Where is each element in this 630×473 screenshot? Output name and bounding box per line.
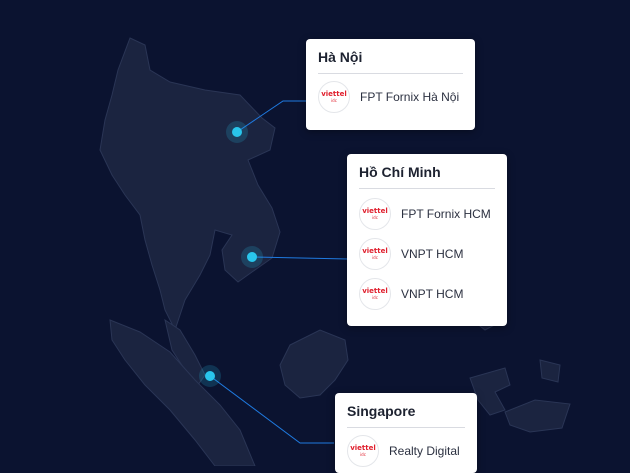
datacenter-item[interactable]: viettel idc Realty Digital xyxy=(347,431,465,471)
region-title: Singapore xyxy=(347,403,416,419)
provider-logo: viettel idc xyxy=(359,238,391,270)
divider xyxy=(318,73,463,74)
region-title: Hồ Chí Minh xyxy=(359,164,441,180)
provider-logo: viettel idc xyxy=(359,198,391,230)
datacenter-item[interactable]: viettel idc VNPT HCM xyxy=(359,234,495,274)
datacenter-item[interactable]: viettel idc FPT Fornix Hà Nội xyxy=(318,77,463,117)
datacenter-item[interactable]: viettel idc VNPT HCM xyxy=(359,274,495,314)
datacenter-name: FPT Fornix Hà Nội xyxy=(360,90,460,104)
provider-logo: viettel idc xyxy=(347,435,379,467)
region-card-singapore: Singapore viettel idc Realty Digital xyxy=(335,393,477,473)
region-card-hanoi: Hà Nội viettel idc FPT Fornix Hà Nội xyxy=(306,39,475,130)
divider xyxy=(359,188,495,189)
borneo-island xyxy=(279,329,349,399)
eastern-islands xyxy=(504,359,571,433)
region-title: Hà Nội xyxy=(318,49,363,65)
divider xyxy=(347,427,465,428)
datacenter-item[interactable]: viettel idc FPT Fornix HCM xyxy=(359,194,495,234)
hanoi-marker[interactable] xyxy=(226,121,248,143)
datacenter-name: FPT Fornix HCM xyxy=(401,207,491,221)
datacenter-name: VNPT HCM xyxy=(401,287,464,301)
provider-logo: viettel idc xyxy=(359,278,391,310)
hcm-marker[interactable] xyxy=(241,246,263,268)
singapore-marker[interactable] xyxy=(199,365,221,387)
mainland-sea-land xyxy=(99,37,281,332)
datacenter-name: VNPT HCM xyxy=(401,247,464,261)
provider-logo: viettel idc xyxy=(318,81,350,113)
region-card-hcm: Hồ Chí Minh viettel idc FPT Fornix HCM v… xyxy=(347,154,507,326)
datacenter-name: Realty Digital xyxy=(389,444,460,458)
